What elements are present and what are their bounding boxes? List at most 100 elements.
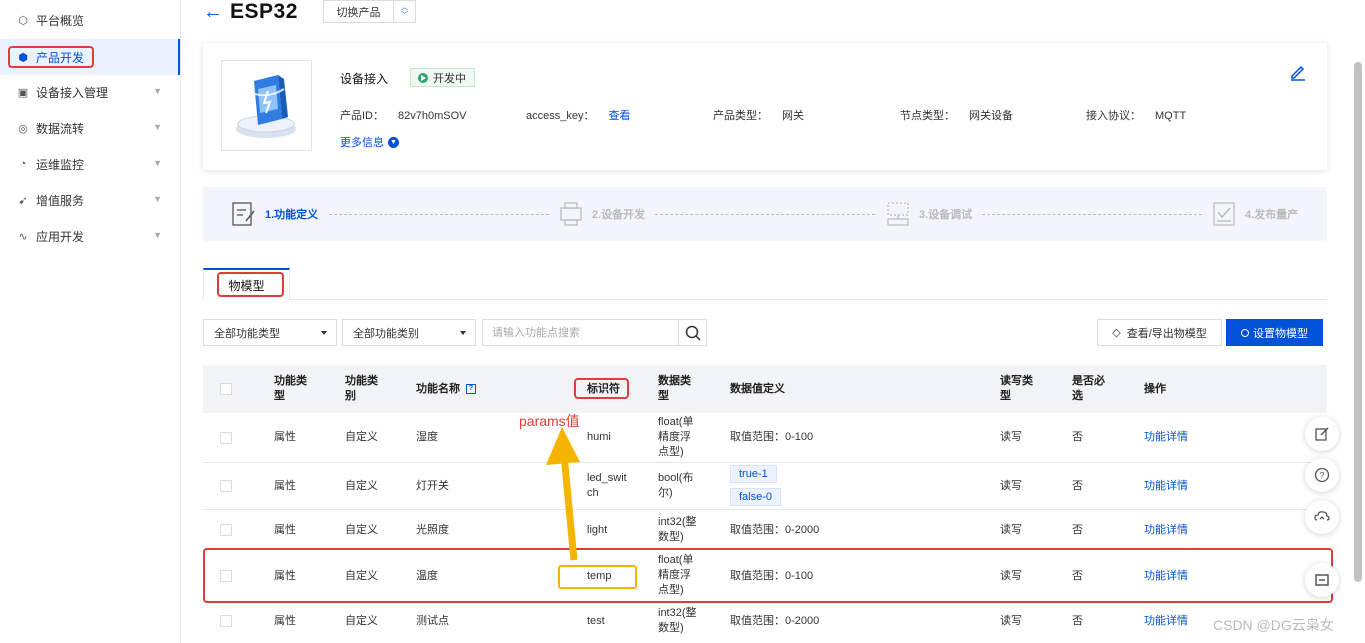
sidebar-item-value-added[interactable]: ➹ 增值服务 ▼ xyxy=(0,182,180,218)
function-detail-link[interactable]: 功能详情 xyxy=(1144,523,1188,538)
gear-icon xyxy=(1241,328,1249,337)
back-arrow-icon[interactable]: ← xyxy=(203,1,223,24)
table-row: 属性 自定义 测试点 test int32(整 数型) 取值范围：0-2000 读… xyxy=(203,602,1327,643)
row-checkbox[interactable] xyxy=(220,615,232,627)
cell-type: 属性 xyxy=(274,480,296,492)
step-function-definition[interactable]: 1.功能定义 xyxy=(232,201,318,227)
step-device-debug[interactable]: 3.设备调试 xyxy=(886,201,972,227)
setup-model-button[interactable]: 设置物模型 xyxy=(1226,319,1323,346)
chevron-down-icon: ▼ xyxy=(153,230,162,240)
chevron-down-icon: ▼ xyxy=(153,122,162,132)
cell-identifier: test xyxy=(587,615,605,627)
sidebar-item-data-flow[interactable]: ◎ 数据流转 ▼ xyxy=(0,110,180,146)
sidebar-item-label: 增值服务 xyxy=(36,193,85,208)
product-info-card: 设备接入 开发中 产品ID： 82v7h0mSOV access_key： 查看 产… xyxy=(203,43,1327,170)
header-required: 是否必选 xyxy=(1072,375,1105,402)
play-icon xyxy=(418,72,428,83)
switch-product-button[interactable]: 切换产品 ︿ ﹀ xyxy=(323,0,416,23)
cell-name: 灯开关 xyxy=(416,480,449,492)
tab-divider xyxy=(290,299,1327,300)
cell-name: 湿度 xyxy=(416,431,438,443)
product-image xyxy=(221,60,312,151)
view-export-model-button[interactable]: ◇ 查看/导出物模型 xyxy=(1097,319,1222,346)
header-definition: 数据值定义 xyxy=(730,383,785,395)
cell-category: 自定义 xyxy=(345,524,378,536)
chevron-down-icon: ▼ xyxy=(153,158,162,168)
card-title: 设备接入 xyxy=(340,72,389,86)
sidebar-item-ops-monitor[interactable]: ◔ 运维监控 ▼ xyxy=(0,146,180,182)
float-cloud-button[interactable] xyxy=(1305,500,1339,534)
caret-down-icon xyxy=(460,331,466,335)
sidebar-item-device-access[interactable]: ▣ 设备接入管理 ▼ xyxy=(0,74,180,110)
annotation-highlight-temp xyxy=(558,565,637,589)
view-access-key-link[interactable]: 查看 xyxy=(608,110,630,122)
cloud-icon xyxy=(1314,511,1330,521)
search-icon xyxy=(685,325,701,341)
cell-required: 否 xyxy=(1072,431,1083,443)
sidebar-item-platform-overview[interactable]: ⬡ 平台概览 xyxy=(0,2,180,38)
header-name: 功能名称? xyxy=(416,382,476,397)
cell-identifier: led_swit ch xyxy=(587,472,627,499)
float-collapse-button[interactable] xyxy=(1305,563,1339,597)
cell-datatype: float(单 精度浮 点型) xyxy=(658,416,694,458)
cell-definition: 取值范围：0-100 xyxy=(730,431,814,443)
cell-rw: 读写 xyxy=(1000,431,1022,443)
function-detail-link[interactable]: 功能详情 xyxy=(1144,614,1188,629)
table-row: 属性 自定义 灯开关 led_swit ch bool(布 尔) true-1 fa… xyxy=(203,463,1327,510)
cell-category: 自定义 xyxy=(345,480,378,492)
row-checkbox[interactable] xyxy=(220,524,232,536)
annotation-highlight-tab xyxy=(217,272,284,297)
function-detail-link[interactable]: 功能详情 xyxy=(1144,430,1188,445)
cell-datatype: int32(整 数型) xyxy=(658,607,697,634)
scrollbar[interactable] xyxy=(1354,62,1362,582)
function-detail-link[interactable]: 功能详情 xyxy=(1144,479,1188,494)
sidebar-item-label: 数据流转 xyxy=(36,121,85,136)
cell-category: 自定义 xyxy=(345,431,378,443)
header-action: 操作 xyxy=(1144,383,1166,395)
sidebar-item-label: 运维监控 xyxy=(36,157,85,172)
cell-required: 否 xyxy=(1072,480,1083,492)
cell-type: 属性 xyxy=(274,524,296,536)
document-edit-icon xyxy=(232,202,255,226)
function-category-select[interactable]: 全部功能类别 xyxy=(342,319,476,346)
row-checkbox[interactable] xyxy=(220,480,232,492)
sidebar-item-label: 设备接入管理 xyxy=(36,85,109,100)
svg-text:?: ? xyxy=(1319,471,1324,481)
sidebar-item-label: 应用开发 xyxy=(36,229,85,244)
service-icon: ➹ xyxy=(18,194,28,207)
page-title: ESP32 xyxy=(230,0,298,23)
row-checkbox[interactable] xyxy=(220,432,232,444)
function-type-select[interactable]: 全部功能类型 xyxy=(203,319,337,346)
float-edit-button[interactable] xyxy=(1305,417,1339,451)
app-icon: ∿ xyxy=(18,230,28,243)
header-type: 功能类型 xyxy=(274,375,307,402)
help-icon[interactable]: ? xyxy=(466,384,476,395)
sidebar-item-app-dev[interactable]: ∿ 应用开发 ▼ xyxy=(0,218,180,254)
annotation-highlight-sidebar xyxy=(8,46,94,68)
chevron-updown-icon: ︿ ﹀ xyxy=(401,3,408,19)
cell-type: 属性 xyxy=(274,431,296,443)
search-button[interactable] xyxy=(678,320,706,345)
step-device-development[interactable]: 2.设备开发 xyxy=(559,201,645,227)
cell-definition: 取值范围：0-2000 xyxy=(730,524,820,536)
header-category: 功能类别 xyxy=(345,375,378,402)
edit-icon[interactable] xyxy=(1289,63,1307,81)
debug-icon xyxy=(887,202,909,226)
cell-name: 光照度 xyxy=(416,524,449,536)
more-info-link[interactable]: 更多信息 ▼ xyxy=(340,134,399,150)
cell-category: 自定义 xyxy=(345,615,378,627)
diamond-icon: ◇ xyxy=(1112,327,1121,339)
select-all-checkbox[interactable] xyxy=(220,383,232,395)
status-badge: 开发中 xyxy=(410,68,475,87)
float-help-button[interactable]: ? xyxy=(1305,458,1339,492)
search-input[interactable] xyxy=(483,320,678,345)
field-node-type: 节点类型： 网关设备 xyxy=(900,110,1013,122)
watermark: CSDN @DG云枭女 xyxy=(1213,617,1334,633)
cell-identifier: humi xyxy=(587,431,611,443)
monitor-icon: ◔ xyxy=(19,158,27,170)
device-icon xyxy=(560,202,582,226)
cell-required: 否 xyxy=(1072,615,1083,627)
chevron-down-icon: ▼ xyxy=(153,194,162,204)
step-release[interactable]: 4.发布量产 xyxy=(1212,201,1298,227)
edit-icon xyxy=(1315,427,1329,441)
